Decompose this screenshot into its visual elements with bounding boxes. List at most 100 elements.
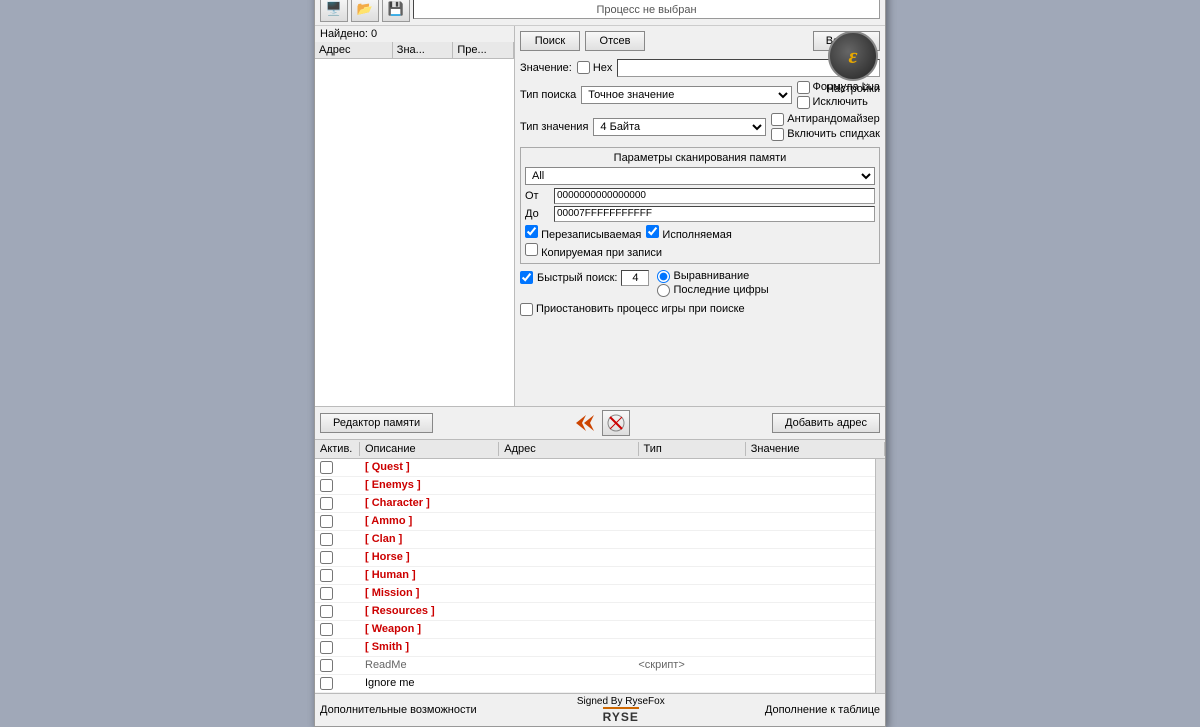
table-row[interactable]: [ Clan ]: [315, 531, 875, 549]
row-active: [315, 496, 360, 511]
row-value: [738, 592, 875, 594]
row-value: [738, 502, 875, 504]
row-addr: [497, 502, 634, 504]
writable-exec-row: Перезаписываемая Исполняемая: [525, 225, 875, 241]
found-list[interactable]: [315, 59, 514, 406]
memory-editor-button[interactable]: Редактор памяти: [320, 413, 433, 433]
hex-checkbox[interactable]: [577, 61, 590, 74]
from-input[interactable]: [554, 188, 875, 204]
row-value: [738, 484, 875, 486]
row-active: [315, 640, 360, 655]
row-checkbox[interactable]: [320, 497, 333, 510]
toolbar: 🖥️ 📂 💾 Процесс не выбран: [315, 0, 885, 26]
row-addr: [497, 556, 634, 558]
row-value: [738, 664, 875, 666]
row-checkbox[interactable]: [320, 587, 333, 600]
row-value: [738, 610, 875, 612]
row-checkbox[interactable]: [320, 461, 333, 474]
row-addr: [497, 628, 634, 630]
from-row: От: [525, 188, 875, 204]
row-desc: [ Resources ]: [360, 604, 497, 618]
found-label: Найдено: 0: [315, 26, 514, 42]
right-options-2: Антирандомайзер Включить спидхак: [771, 113, 880, 141]
table-row[interactable]: Ignore me: [315, 675, 875, 693]
writable-check[interactable]: Перезаписываемая: [525, 225, 641, 241]
row-active: [315, 676, 360, 691]
ce-logo: ε: [828, 31, 878, 81]
add-address-button[interactable]: Добавить адрес: [772, 413, 880, 433]
table-row[interactable]: [ Character ]: [315, 495, 875, 513]
hex-label: Hex: [593, 62, 613, 74]
table-row[interactable]: [ Enemys ]: [315, 477, 875, 495]
antirandom-check[interactable]: Антирандомайзер: [771, 113, 880, 126]
table-row[interactable]: [ Horse ]: [315, 549, 875, 567]
stop-button[interactable]: [602, 410, 630, 436]
col-value: Значение: [746, 442, 885, 456]
table-row[interactable]: [ Human ]: [315, 567, 875, 585]
row-checkbox[interactable]: [320, 641, 333, 654]
ce-logo-area: ε Настройки: [826, 31, 880, 95]
col-desc: Описание: [360, 442, 499, 456]
row-desc: [ Quest ]: [360, 460, 497, 474]
table-row[interactable]: [ Mission ]: [315, 585, 875, 603]
main-content: Найдено: 0 Адрес Зна... Пре... ε Настрой…: [315, 26, 885, 406]
from-label: От: [525, 190, 550, 202]
status-right: Дополнение к таблице: [765, 704, 880, 716]
row-type: [633, 592, 738, 594]
scan-type-select[interactable]: Точное значение: [581, 86, 791, 104]
value-type-select[interactable]: 4 Байта: [593, 118, 766, 136]
exclude-check[interactable]: Исключить: [797, 96, 881, 109]
row-checkbox[interactable]: [320, 479, 333, 492]
all-select[interactable]: All: [525, 167, 875, 185]
table-scrollbar[interactable]: [875, 459, 885, 693]
fast-search-check[interactable]: Быстрый поиск:: [520, 270, 649, 286]
table-row[interactable]: ReadMe <скрипт>: [315, 657, 875, 675]
status-bar: Дополнительные возможности Signed By Rys…: [315, 693, 885, 726]
save-button[interactable]: 💾: [382, 0, 410, 22]
align-radio[interactable]: Выравнивание: [657, 270, 768, 283]
row-checkbox[interactable]: [320, 659, 333, 672]
executable-check[interactable]: Исполняемая: [646, 225, 732, 241]
ryse-logo: RYSE: [603, 707, 639, 724]
fast-search-input[interactable]: [621, 270, 649, 286]
row-active: [315, 478, 360, 493]
process-bar[interactable]: Процесс не выбран: [413, 0, 880, 19]
row-checkbox[interactable]: [320, 605, 333, 618]
table-row[interactable]: [ Ammo ]: [315, 513, 875, 531]
toolbar-center: [575, 410, 630, 436]
row-type: <скрипт>: [633, 658, 738, 672]
open-process-button[interactable]: 🖥️: [320, 0, 348, 22]
filter-button[interactable]: Отсев: [585, 31, 645, 51]
col-active: Актив.: [315, 442, 360, 456]
row-addr: [497, 610, 634, 612]
row-checkbox[interactable]: [320, 551, 333, 564]
row-active: [315, 586, 360, 601]
speedhack-check[interactable]: Включить спидхак: [771, 128, 880, 141]
row-checkbox[interactable]: [320, 515, 333, 528]
table-row[interactable]: [ Smith ]: [315, 639, 875, 657]
search-button[interactable]: Поиск: [520, 31, 580, 51]
row-checkbox[interactable]: [320, 677, 333, 690]
row-active: [315, 658, 360, 673]
last-digits-radio[interactable]: Последние цифры: [657, 284, 768, 297]
settings-label[interactable]: Настройки: [826, 83, 880, 95]
row-desc: [ Clan ]: [360, 532, 497, 546]
open-file-button[interactable]: 📂: [351, 0, 379, 22]
col-prev: Пре...: [453, 42, 514, 58]
row-checkbox[interactable]: [320, 533, 333, 546]
row-addr: [497, 664, 634, 666]
table-row[interactable]: [ Quest ]: [315, 459, 875, 477]
table-row[interactable]: [ Resources ]: [315, 603, 875, 621]
pause-check[interactable]: Приостановить процесс игры при поиске: [520, 303, 880, 316]
table-row[interactable]: [ Weapon ]: [315, 621, 875, 639]
table-body[interactable]: [ Quest ] [ Enemys ] [ Character ] [ Amm…: [315, 459, 875, 693]
row-checkbox[interactable]: [320, 569, 333, 582]
row-desc: [ Horse ]: [360, 550, 497, 564]
copyable-check[interactable]: Копируемая при записи: [525, 247, 662, 259]
row-active: [315, 514, 360, 529]
row-value: [738, 520, 875, 522]
to-label: До: [525, 208, 550, 220]
row-type: [633, 628, 738, 630]
to-input[interactable]: [554, 206, 875, 222]
row-checkbox[interactable]: [320, 623, 333, 636]
